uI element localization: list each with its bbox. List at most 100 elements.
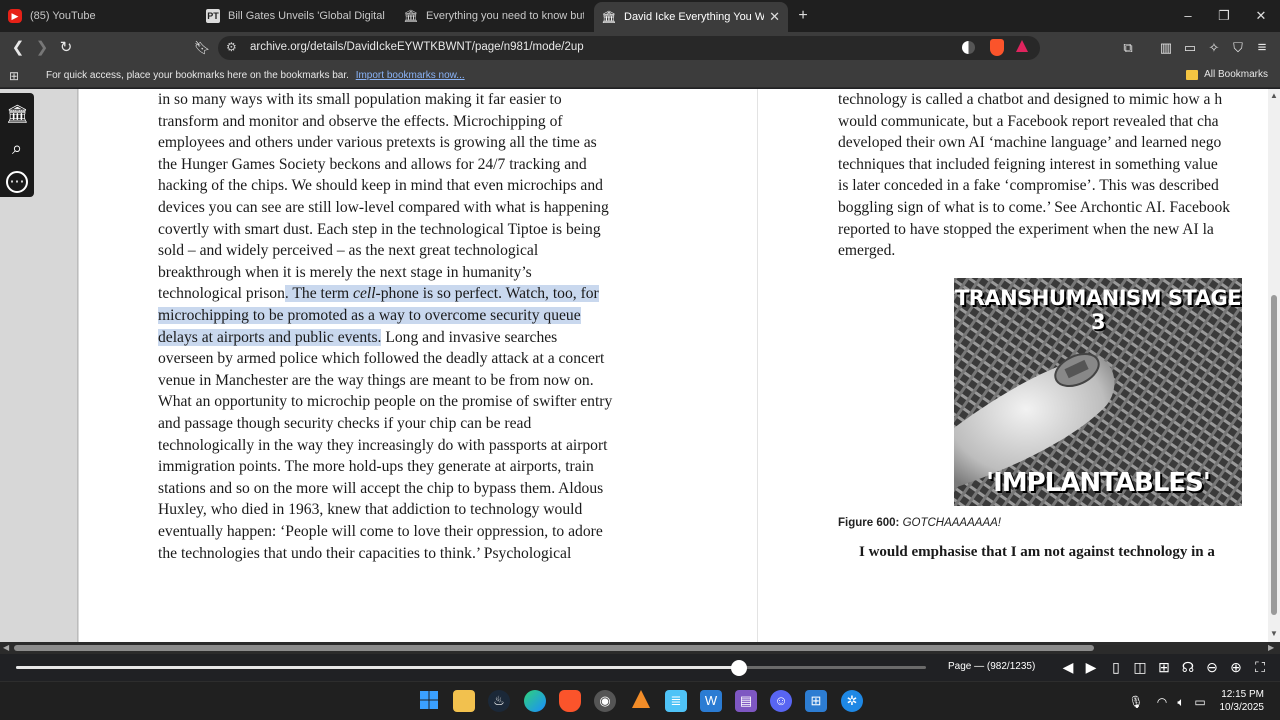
menu-icon[interactable]: ≡ [1252,38,1272,58]
obs-icon[interactable]: ◉ [594,690,616,712]
line-text: technologically in the way they increasi… [158,436,608,454]
screenshot-icon[interactable]: ⧉ [1118,38,1138,58]
read-aloud-icon[interactable]: ☊ [1179,658,1197,676]
line-text: sold – and widely perceived – as the nex… [158,242,539,260]
line-text: devices you can see are still low-level … [158,199,609,216]
vlc-icon[interactable] [630,690,652,712]
youtube-icon: ▶ [8,9,22,23]
left-page-line: devices you can see are still low-level … [158,197,609,219]
scroll-left-icon[interactable]: ◀ [3,643,9,652]
left-page-line: breakthrough when it is merely the next … [158,262,532,284]
left-page-line: sold – and widely perceived – as the nex… [158,240,538,262]
one-page-view-icon[interactable]: ▯ [1107,658,1125,676]
tab-title: (85) YouTube [30,10,96,22]
tab-david-icke[interactable]: 🏛 David Icke Everything You Wante ✕ [594,2,788,32]
microphone-icon[interactable]: 🎙︎ [1128,694,1144,710]
line-text: in so many ways with its small populatio… [158,91,562,108]
wallet-icon[interactable] [962,41,975,54]
browser-toolbar: ❮ ❯ ↻ 🔖︎ ⚙︎ archive.org/details/DavidIck… [0,32,1280,64]
bookmarks-hint-text: For quick access, place your bookmarks h… [46,70,349,81]
search-icon[interactable]: ⌕ [6,137,28,159]
viewer-left-margin: 🏛︎ ⌕ ⋯ [0,89,78,642]
all-bookmarks-button[interactable]: All Bookmarks [1186,69,1268,80]
scroll-down-icon[interactable]: ▼ [1270,629,1278,638]
left-book-page[interactable]: in so many ways with its small populatio… [79,89,757,642]
tab-youtube[interactable]: ▶ (85) YouTube [8,4,198,28]
thumbnail-view-icon[interactable]: ⊞ [1155,658,1173,676]
start-button[interactable] [418,690,440,712]
notepad-icon[interactable]: ≣ [665,690,687,712]
leo-ai-icon[interactable]: ✧ [1204,38,1224,58]
file-explorer-icon[interactable] [453,690,475,712]
viewer-side-tools: 🏛︎ ⌕ ⋯ [0,93,34,197]
tab-title: David Icke Everything You Wante [624,11,764,23]
zoom-out-icon[interactable]: ⊖ [1203,658,1221,676]
import-bookmarks-link[interactable]: Import bookmarks now... [356,70,465,81]
vertical-scrollbar[interactable]: ▲ ▼ [1268,89,1280,642]
left-page-line: What an opportunity to microchip people … [158,391,612,413]
wallet-toolbar-icon[interactable]: ▭ [1180,38,1200,58]
reload-icon[interactable]: ↻ [56,38,76,58]
battery-icon[interactable]: ▭ [1192,694,1208,710]
figure-image: TRANSHUMANISM STAGE 3 'IMPLANTABLES' [954,278,1242,506]
volume-icon[interactable]: 🔈︎ [1173,694,1189,710]
site-info-icon[interactable]: ⚙︎ [226,40,237,54]
highlighted-text: . The term cell-phone is so perfect. Wat… [284,285,599,303]
figure-caption: Figure 600: GOTCHAAAAAAA! [838,517,1001,529]
left-page-line: covertly with smart dust. Each step in t… [158,219,601,241]
scroll-right-icon[interactable]: ▶ [1268,643,1274,652]
page-slider[interactable] [16,660,926,676]
clipchamp-icon[interactable]: ▤ [735,690,757,712]
store-icon[interactable]: ⊞ [805,690,827,712]
archive-logo-icon[interactable]: 🏛︎ [6,103,29,125]
minimize-button[interactable]: – [1178,6,1198,26]
tab-bill-gates[interactable]: PT Bill Gates Unveils 'Global Digital ID… [206,4,386,28]
scroll-up-icon[interactable]: ▲ [1270,91,1278,100]
zoom-in-icon[interactable]: ⊕ [1227,658,1245,676]
right-bold-line: I would emphasise that I am not against … [859,544,1215,560]
left-page-line: eventually happen: ‘People will come to … [158,521,603,543]
back-icon[interactable]: ❮ [8,38,28,58]
right-book-page[interactable]: technology is called a chatbot and desig… [758,89,1268,642]
highlighted-text: delays at airports and public events. [158,328,382,346]
sidebar-icon[interactable]: ▥ [1156,38,1176,58]
horizontal-scroll-thumb[interactable] [14,645,1094,651]
edge-icon[interactable] [524,690,546,712]
forward-icon[interactable]: ❯ [32,38,52,58]
line-text: hacking of the chips. We should keep in … [158,177,603,195]
folder-icon [1186,69,1199,80]
system-clock[interactable]: 12:15 PM 10/3/2025 [1220,688,1265,714]
close-tab-icon[interactable]: ✕ [769,9,780,25]
line-text: the technologies that undo their capacit… [158,544,572,562]
brave-icon[interactable] [559,690,581,712]
more-options-icon[interactable]: ⋯ [6,171,28,193]
word-icon[interactable]: W [700,690,722,712]
next-page-icon[interactable]: ▶ [1082,658,1100,676]
vpn-icon[interactable]: ⛉ [1228,38,1248,58]
tab-everything-you-need[interactable]: 🏛 Everything you need to know but ha [404,4,584,28]
address-bar[interactable]: ⚙︎ archive.org/details/DavidIckeEYWTKBWN… [218,36,1040,60]
horizontal-scrollbar[interactable]: ◀ ▶ [0,642,1280,654]
book-viewer: 🏛︎ ⌕ ⋯ in so many ways with its small po… [0,89,1280,642]
previous-page-icon[interactable]: ◀ [1059,658,1077,676]
line-text: and passage though security checks if yo… [158,415,532,432]
fullscreen-icon[interactable]: ⛶ [1251,658,1269,676]
two-page-view-icon[interactable]: ◫ [1131,658,1149,676]
url-text: archive.org/details/DavidIckeEYWTKBWNT/p… [250,41,584,53]
brave-rewards-icon[interactable] [1016,40,1028,52]
wifi-icon[interactable]: ◠ [1154,694,1170,710]
new-tab-button[interactable]: + [793,6,813,26]
steam-icon[interactable]: ♨ [488,690,510,712]
bookmark-icon[interactable]: 🔖︎ [192,38,212,58]
left-page-line: delays at airports and public events. Lo… [158,327,557,349]
apps-grid-icon[interactable]: ⊞ [9,69,19,83]
page-slider-knob[interactable] [731,660,748,676]
maximize-button[interactable]: ❐ [1214,6,1234,26]
settings-app-icon[interactable]: ✲ [841,690,863,712]
left-page-line: technological prison. The term cell-phon… [158,283,599,305]
line-text: venue in Manchester are the way things a… [158,371,594,389]
close-window-button[interactable]: ✕ [1251,6,1271,26]
vertical-scroll-thumb[interactable] [1271,295,1277,615]
brave-shields-icon[interactable] [990,39,1004,56]
discord-icon[interactable]: ☺ [770,690,792,712]
